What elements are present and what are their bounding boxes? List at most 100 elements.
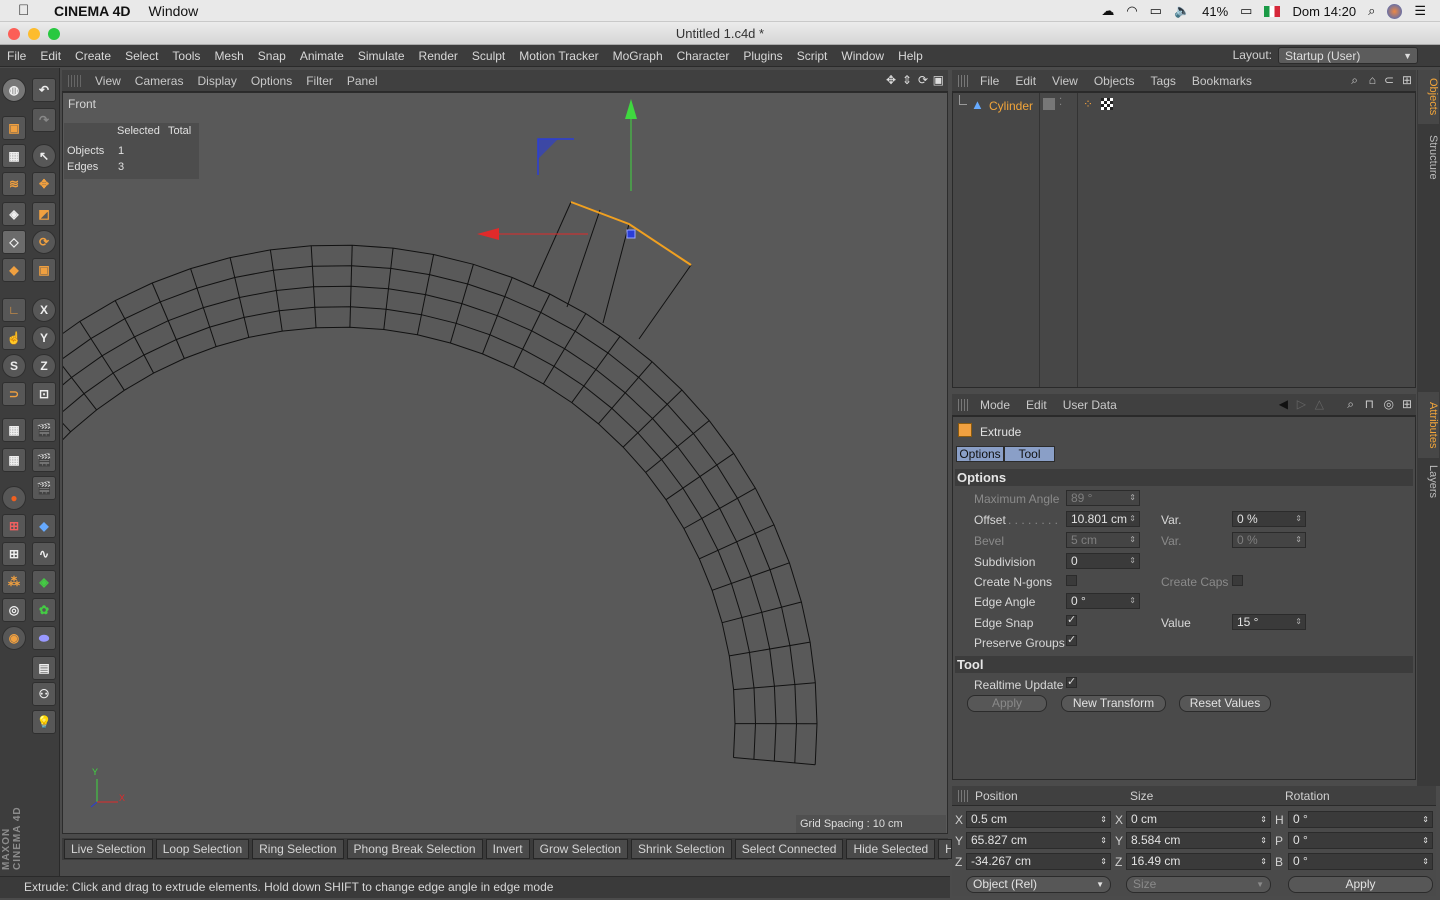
viewport-menu-panel[interactable]: Panel xyxy=(340,74,385,88)
loop-selection-button[interactable]: Loop Selection xyxy=(155,839,250,859)
edge-snap-value-field[interactable]: 15 ° ⇕ xyxy=(1232,614,1306,630)
airplay-icon[interactable]: ▭ xyxy=(1150,3,1162,19)
reset-values-button[interactable]: Reset Values xyxy=(1179,695,1271,712)
new-panel-icon[interactable]: ⊞ xyxy=(1402,73,1412,87)
environment-icon[interactable]: ⬬ xyxy=(32,626,56,650)
section-options-header[interactable]: Options xyxy=(955,469,1413,486)
viewport-move-icon[interactable]: ✥ xyxy=(886,73,896,87)
mograph-cloner-icon[interactable]: ✿ xyxy=(32,598,56,622)
spline-icon[interactable]: ∿ xyxy=(32,542,56,566)
am-menu-user-data[interactable]: User Data xyxy=(1055,398,1125,412)
hide-unselected-button[interactable]: Hide xyxy=(938,839,953,859)
edge-angle-field[interactable]: 0 ° ⇕ xyxy=(1066,593,1140,609)
menu-character[interactable]: Character xyxy=(670,49,737,63)
spinner-icon[interactable]: ⇕ xyxy=(1422,854,1429,869)
offset-field[interactable]: 10.801 cm ⇕ xyxy=(1066,511,1140,527)
render-region-icon[interactable]: ▦ xyxy=(2,448,26,472)
size-x-field[interactable]: 0 cm ⇕ xyxy=(1126,811,1271,828)
tab-options[interactable]: Options xyxy=(956,446,1004,462)
hide-selected-button[interactable]: Hide Selected xyxy=(846,839,936,859)
edit-render-settings-icon[interactable]: 🎬 xyxy=(32,448,56,472)
shrink-selection-button[interactable]: Shrink Selection xyxy=(631,839,732,859)
live-selection-button[interactable]: Live Selection xyxy=(64,839,153,859)
select-connected-button[interactable]: Select Connected xyxy=(734,839,844,859)
undo-icon[interactable]: ↶ xyxy=(32,78,56,102)
panel-grip-icon[interactable] xyxy=(958,398,970,411)
siri-icon[interactable] xyxy=(1387,3,1403,19)
spinner-icon[interactable]: ⇕ xyxy=(1129,554,1136,568)
layout-dropdown[interactable]: Startup (User) ▼ xyxy=(1278,47,1418,64)
tab-attributes[interactable]: Attributes xyxy=(1418,392,1439,458)
rotate-tool-icon[interactable]: ⟳ xyxy=(32,230,56,254)
spinner-icon[interactable]: ⇕ xyxy=(1100,854,1107,869)
light-icon[interactable]: 💡 xyxy=(32,710,56,734)
menu-file[interactable]: File xyxy=(0,49,33,63)
move-tool-icon[interactable]: ✥ xyxy=(32,172,56,196)
spinner-icon[interactable]: ⇕ xyxy=(1129,594,1136,608)
edges-mode-icon[interactable]: ◇ xyxy=(2,230,26,254)
viewport-scene[interactable] xyxy=(63,93,948,834)
spinner-icon[interactable]: ⇕ xyxy=(1422,812,1429,827)
minimize-window-button[interactable] xyxy=(28,28,40,40)
panel-grip-icon[interactable] xyxy=(68,74,82,87)
create-caps-checkbox[interactable] xyxy=(1232,575,1243,586)
om-menu-view[interactable]: View xyxy=(1044,74,1086,88)
tab-structure[interactable]: Structure xyxy=(1418,126,1439,188)
pos-z-field[interactable]: -34.267 cm ⇕ xyxy=(966,853,1111,870)
viewport-front[interactable]: Y X Front Selected Total Objects 1 Edges… xyxy=(62,92,948,834)
back-arrow-icon[interactable]: ◀ xyxy=(1279,397,1288,411)
viewport-menu-filter[interactable]: Filter xyxy=(299,74,340,88)
viewport-name[interactable]: Front xyxy=(68,97,96,111)
subdivision-surface-icon[interactable]: ◈ xyxy=(32,570,56,594)
create-ngons-checkbox[interactable] xyxy=(1066,575,1077,586)
render-to-picture-viewer-icon[interactable]: 🎬 xyxy=(32,418,56,442)
spinner-icon[interactable]: ⇕ xyxy=(1422,833,1429,848)
battery-percent[interactable]: 41% xyxy=(1202,4,1228,19)
menu-tools[interactable]: Tools xyxy=(165,49,207,63)
tab-objects[interactable]: Objects xyxy=(1418,70,1439,124)
y-axis-lock-icon[interactable]: Y xyxy=(32,326,56,350)
om-menu-tags[interactable]: Tags xyxy=(1143,74,1184,88)
search-icon[interactable]: ⌕ xyxy=(1347,397,1354,412)
polygons-mode-icon[interactable]: ◆ xyxy=(2,258,26,282)
recent-tool-icon[interactable]: ▣ xyxy=(32,258,56,282)
live-selection-icon[interactable]: ↖ xyxy=(32,144,56,168)
menu-simulate[interactable]: Simulate xyxy=(351,49,412,63)
menu-render[interactable]: Render xyxy=(412,49,465,63)
phong-break-selection-button[interactable]: Phong Break Selection xyxy=(346,839,483,859)
camera-icon[interactable]: ⚇ xyxy=(32,682,56,706)
size-y-field[interactable]: 8.584 cm ⇕ xyxy=(1126,832,1271,849)
invert-selection-button[interactable]: Invert xyxy=(485,839,530,859)
macos-app-name[interactable]: CINEMA 4D xyxy=(54,3,131,19)
rot-b-field[interactable]: 0 ° ⇕ xyxy=(1288,853,1433,870)
texture-mode-icon[interactable]: ▦ xyxy=(2,144,26,168)
menu-help[interactable]: Help xyxy=(891,49,930,63)
viewport-menu-options[interactable]: Options xyxy=(244,74,299,88)
c4d-logo-icon[interactable]: ◍ xyxy=(2,78,26,102)
wifi-icon[interactable]: ◠ xyxy=(1126,3,1137,19)
cloud-icon[interactable]: ☁ xyxy=(1101,3,1114,19)
realtime-update-checkbox[interactable]: ✓ xyxy=(1066,677,1077,688)
spinner-icon[interactable]: ⇕ xyxy=(1260,854,1267,869)
home-icon[interactable]: ⌂ xyxy=(1369,73,1376,87)
spinner-icon[interactable]: ⇕ xyxy=(1260,812,1267,827)
coordinate-system-icon[interactable]: ⊡ xyxy=(32,382,56,406)
visibility-dots-icon[interactable]: ⁚ xyxy=(1059,97,1062,108)
spinner-icon[interactable]: ⇕ xyxy=(1100,833,1107,848)
rot-p-field[interactable]: 0 ° ⇕ xyxy=(1288,832,1433,849)
lock-icon[interactable]: ⊓ xyxy=(1365,397,1374,411)
viewport-rotate-icon[interactable]: ⟳ xyxy=(918,73,928,87)
render-settings-icon[interactable]: 🎬 xyxy=(32,476,56,500)
floor-icon[interactable]: ▤ xyxy=(32,656,56,680)
am-menu-edit[interactable]: Edit xyxy=(1018,398,1055,412)
volume-icon[interactable]: 🔈 xyxy=(1174,3,1190,19)
object-name[interactable]: Cylinder xyxy=(989,99,1033,113)
spinner-icon[interactable]: ⇕ xyxy=(1129,512,1136,526)
phong-tag-icon[interactable]: ⁘ xyxy=(1083,97,1093,111)
om-menu-bookmarks[interactable]: Bookmarks xyxy=(1184,74,1260,88)
new-panel-icon[interactable]: ⊞ xyxy=(1402,397,1412,411)
viewport-menu-view[interactable]: View xyxy=(88,74,128,88)
spinner-icon[interactable]: ⇕ xyxy=(1295,615,1302,629)
cube-object-icon[interactable]: ◆ xyxy=(32,514,56,538)
subdivision-field[interactable]: 0 ⇕ xyxy=(1066,553,1140,569)
